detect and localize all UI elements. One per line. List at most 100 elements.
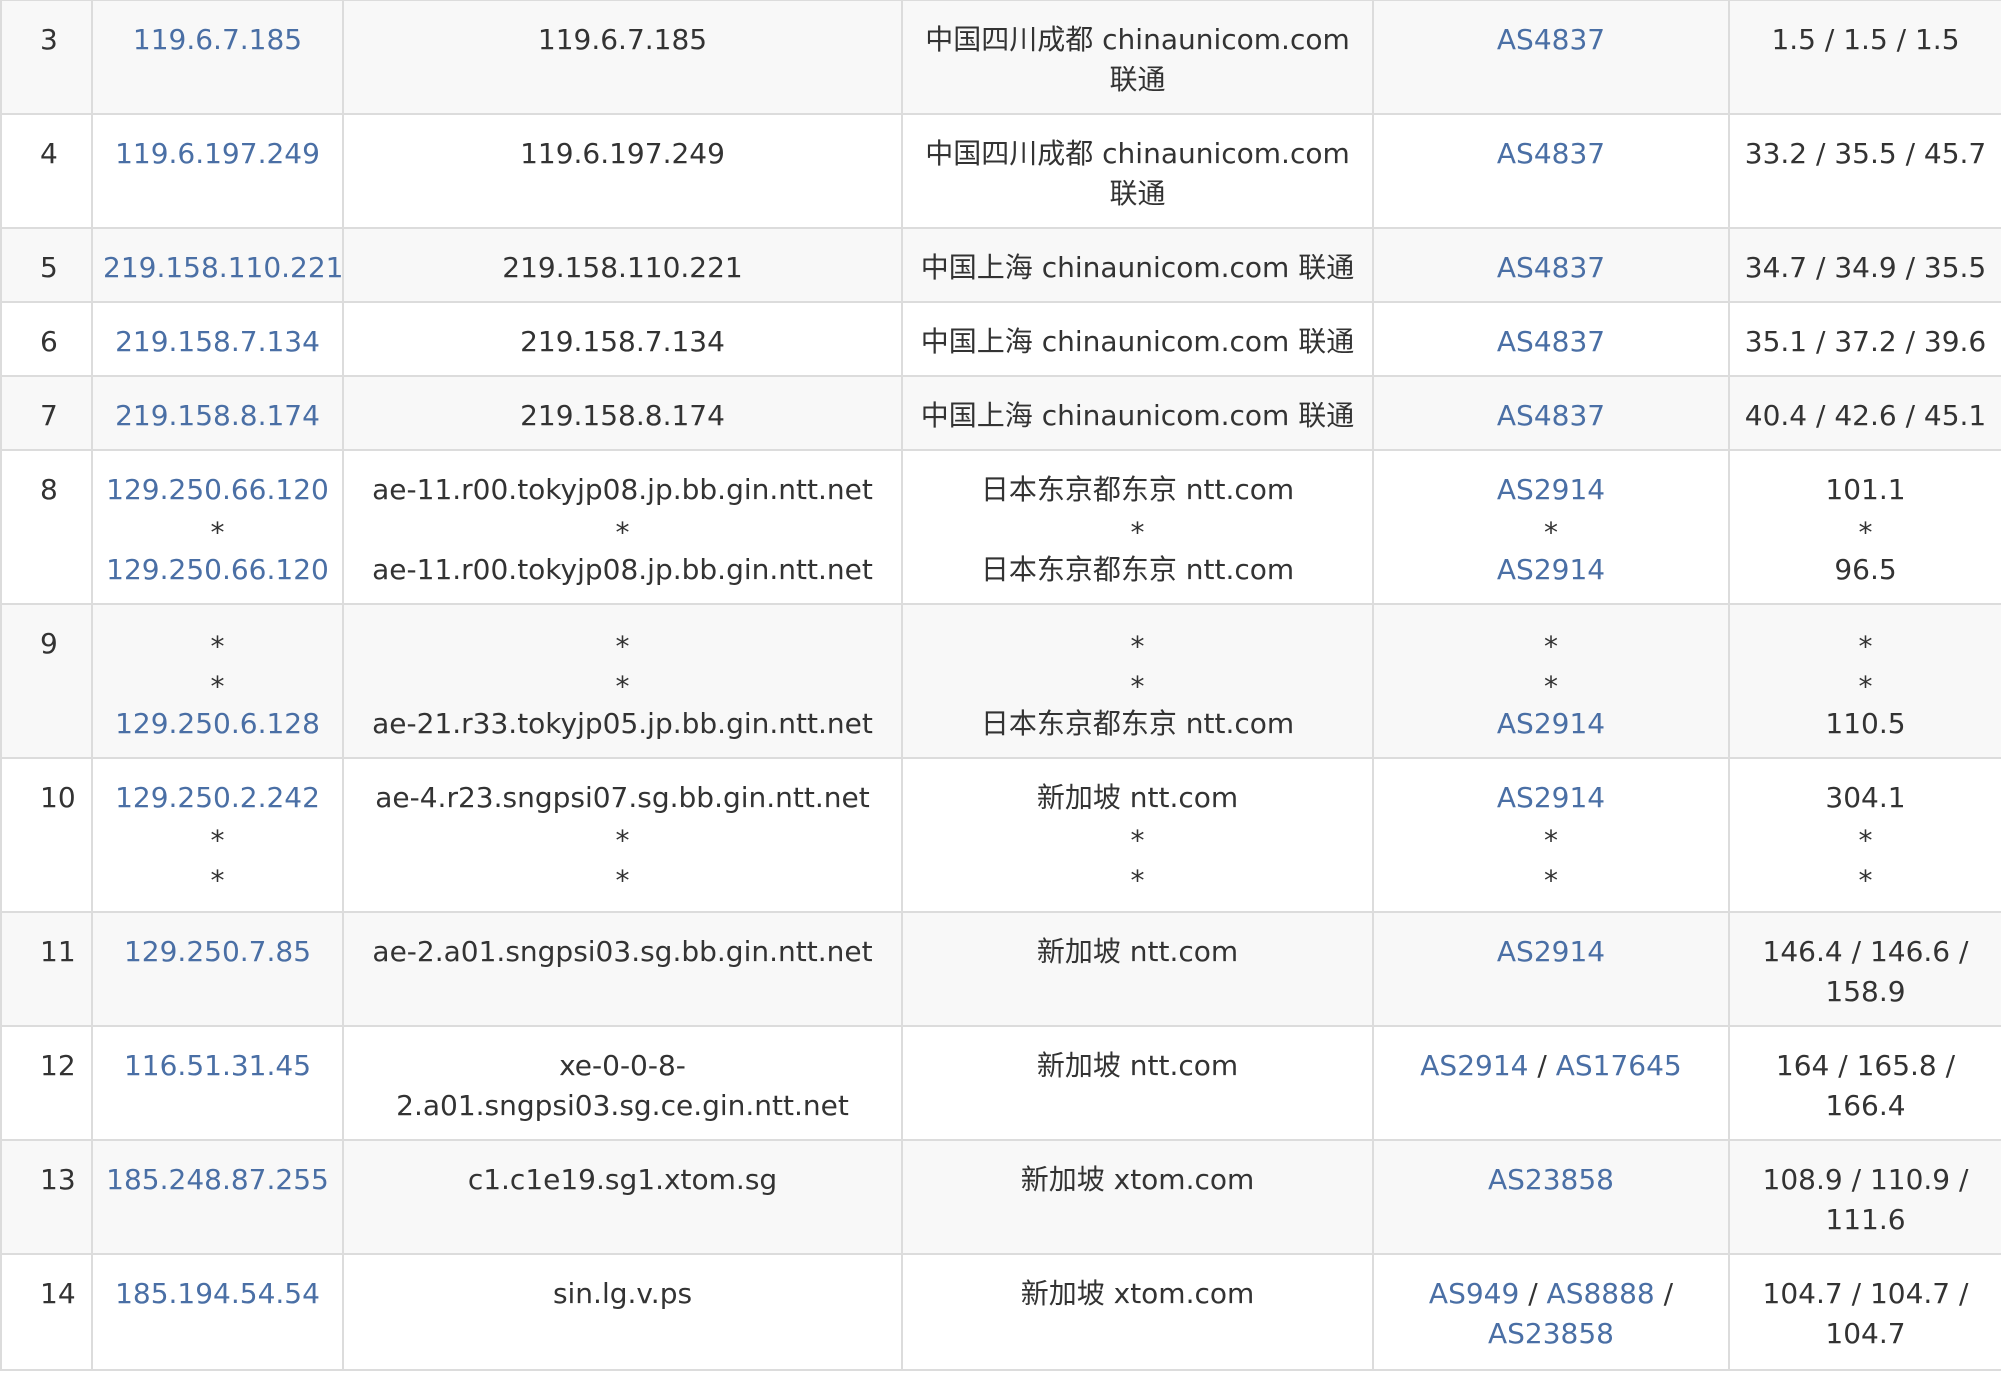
hostname-cell: 119.6.197.249 xyxy=(342,113,903,229)
timeout-marker: * xyxy=(1858,670,1873,703)
asn-link[interactable]: AS4837 xyxy=(1384,248,1718,288)
hop-number: 7 xyxy=(0,375,93,451)
hostname-cell: 219.158.7.134 xyxy=(342,301,903,377)
rtt-cell: 104.7 / 104.7 /104.7 xyxy=(1728,1253,2001,1371)
asn-cell: AS23858 xyxy=(1372,1139,1730,1255)
rtt-cell: 304.1 * * xyxy=(1728,757,2001,913)
hostname-cell: 219.158.8.174 xyxy=(342,375,903,451)
timeout-marker: * xyxy=(615,516,630,549)
asn-cell: AS2914 * AS2914 xyxy=(1372,449,1730,605)
asn-cell: AS4837 xyxy=(1372,113,1730,229)
ip-cell: 185.248.87.255 xyxy=(91,1139,344,1255)
hostname-cell: ae-4.r23.sngpsi07.sg.bb.gin.ntt.net * * xyxy=(342,757,903,913)
ip-link[interactable]: 116.51.31.45 xyxy=(103,1046,332,1086)
ip-link[interactable]: 185.248.87.255 xyxy=(103,1160,332,1200)
ip-link[interactable]: 119.6.7.185 xyxy=(103,20,332,60)
asn-link[interactable]: AS949 xyxy=(1429,1277,1519,1310)
location-cell: 新加坡 ntt.com * * xyxy=(901,757,1374,913)
hostname-cell: * * ae-21.r33.tokyjp05.jp.bb.gin.ntt.net xyxy=(342,603,903,759)
timeout-marker: * xyxy=(1130,516,1145,549)
hop-number: 12 xyxy=(0,1025,93,1141)
ip-link[interactable]: 129.250.66.120 xyxy=(103,470,332,510)
ip-cell: 129.250.7.85 xyxy=(91,911,344,1027)
table-row: 6 219.158.7.134 219.158.7.134 中国上海 china… xyxy=(0,301,2001,377)
ip-link[interactable]: 219.158.7.134 xyxy=(103,322,332,362)
timeout-marker: * xyxy=(615,824,630,857)
table-row: 13 185.248.87.255 c1.c1e19.sg1.xtom.sg 新… xyxy=(0,1139,2001,1255)
timeout-marker: * xyxy=(1544,670,1558,703)
location-cell: 中国上海 chinaunicom.com 联通 xyxy=(901,375,1374,451)
rtt-cell: 33.2 / 35.5 / 45.7 xyxy=(1728,113,2001,229)
asn-link[interactable]: AS2914 xyxy=(1384,932,1718,972)
hop-number: 14 xyxy=(0,1253,93,1371)
asn-link[interactable]: AS2914 xyxy=(1420,1049,1528,1082)
hostname-cell: 219.158.110.221 xyxy=(342,227,903,303)
timeout-marker: * xyxy=(210,516,225,549)
table-row: 5 219.158.110.221 219.158.110.221 中国上海 c… xyxy=(0,227,2001,303)
timeout-marker: * xyxy=(210,824,225,857)
asn-link[interactable]: AS4837 xyxy=(1384,20,1718,60)
asn-cell: AS4837 xyxy=(1372,375,1730,451)
ip-link[interactable]: 129.250.6.128 xyxy=(103,704,332,744)
ip-cell: 129.250.66.120 * 129.250.66.120 xyxy=(91,449,344,605)
location-cell: 中国四川成都 chinaunicom.com 联通 xyxy=(901,0,1374,115)
location-cell: 新加坡 ntt.com xyxy=(901,1025,1374,1141)
ip-link[interactable]: 219.158.110.221 xyxy=(103,248,341,288)
asn-link[interactable]: AS2914 xyxy=(1384,470,1718,510)
location-cell: * * 日本东京都东京 ntt.com xyxy=(901,603,1374,759)
asn-link[interactable]: AS2914 xyxy=(1384,704,1718,744)
hop-number: 8 xyxy=(0,449,93,605)
asn-link[interactable]: AS4837 xyxy=(1384,396,1718,436)
rtt-cell: 1.5 / 1.5 / 1.5 xyxy=(1728,0,2001,115)
table-row: 8 129.250.66.120 * 129.250.66.120 ae-11.… xyxy=(0,449,2001,605)
location-cell: 中国四川成都 chinaunicom.com 联通 xyxy=(901,113,1374,229)
asn-cell: AS4837 xyxy=(1372,227,1730,303)
hop-number: 11 xyxy=(0,911,93,1027)
ip-link[interactable]: 129.250.2.242 xyxy=(103,778,332,818)
timeout-marker: * xyxy=(1544,516,1558,549)
asn-link[interactable]: AS23858 xyxy=(1488,1317,1614,1350)
hostname-cell: ae-2.a01.sngpsi03.sg.bb.gin.ntt.net xyxy=(342,911,903,1027)
hop-number: 13 xyxy=(0,1139,93,1255)
asn-link[interactable]: AS4837 xyxy=(1384,322,1718,362)
ip-cell: 219.158.7.134 xyxy=(91,301,344,377)
hop-number: 3 xyxy=(0,0,93,115)
asn-cell: AS2914 / AS17645 xyxy=(1372,1025,1730,1141)
location-cell: 新加坡 xtom.com xyxy=(901,1139,1374,1255)
asn-separator: / xyxy=(1528,1277,1538,1310)
rtt-cell: 146.4 / 146.6 /158.9 xyxy=(1728,911,2001,1027)
location-cell: 中国上海 chinaunicom.com 联通 xyxy=(901,227,1374,303)
ip-link[interactable]: 119.6.197.249 xyxy=(103,134,332,174)
timeout-marker: * xyxy=(615,630,630,663)
table-row: 11 129.250.7.85 ae-2.a01.sngpsi03.sg.bb.… xyxy=(0,911,2001,1027)
timeout-marker: * xyxy=(1130,670,1145,703)
ip-link[interactable]: 219.158.8.174 xyxy=(103,396,332,436)
timeout-marker: * xyxy=(1130,630,1145,663)
rtt-cell: 101.1 * 96.5 xyxy=(1728,449,2001,605)
hostname-cell: xe-0-0-8- 2.a01.sngpsi03.sg.ce.gin.ntt.ne… xyxy=(342,1025,903,1141)
location-cell: 中国上海 chinaunicom.com 联通 xyxy=(901,301,1374,377)
asn-cell: AS2914 xyxy=(1372,911,1730,1027)
ip-link[interactable]: 185.194.54.54 xyxy=(103,1274,332,1314)
ip-link[interactable]: 129.250.7.85 xyxy=(103,932,332,972)
asn-link[interactable]: AS23858 xyxy=(1384,1160,1718,1200)
timeout-marker: * xyxy=(1130,824,1145,857)
table-row: 10 129.250.2.242 * * ae-4.r23.sngpsi07.s… xyxy=(0,757,2001,913)
table-row: 3 119.6.7.185 119.6.7.185 中国四川成都 chinaun… xyxy=(0,0,2001,115)
asn-link[interactable]: AS2914 xyxy=(1384,550,1718,590)
ip-cell: 129.250.2.242 * * xyxy=(91,757,344,913)
asn-cell: AS949 / AS8888 / AS23858 xyxy=(1372,1253,1730,1371)
asn-link[interactable]: AS17645 xyxy=(1556,1049,1682,1082)
rtt-cell: 34.7 / 34.9 / 35.5 xyxy=(1728,227,2001,303)
rtt-cell: 35.1 / 37.2 / 39.6 xyxy=(1728,301,2001,377)
asn-separator: / xyxy=(1537,1049,1547,1082)
timeout-marker: * xyxy=(1544,864,1558,897)
asn-link[interactable]: AS4837 xyxy=(1384,134,1718,174)
asn-cell: AS2914 * * xyxy=(1372,757,1730,913)
asn-cell: AS4837 xyxy=(1372,0,1730,115)
asn-link[interactable]: AS2914 xyxy=(1384,778,1718,818)
asn-link[interactable]: AS8888 xyxy=(1547,1277,1655,1310)
rtt-cell: 40.4 / 42.6 / 45.1 xyxy=(1728,375,2001,451)
ip-link[interactable]: 129.250.66.120 xyxy=(103,550,332,590)
ip-cell: 119.6.7.185 xyxy=(91,0,344,115)
